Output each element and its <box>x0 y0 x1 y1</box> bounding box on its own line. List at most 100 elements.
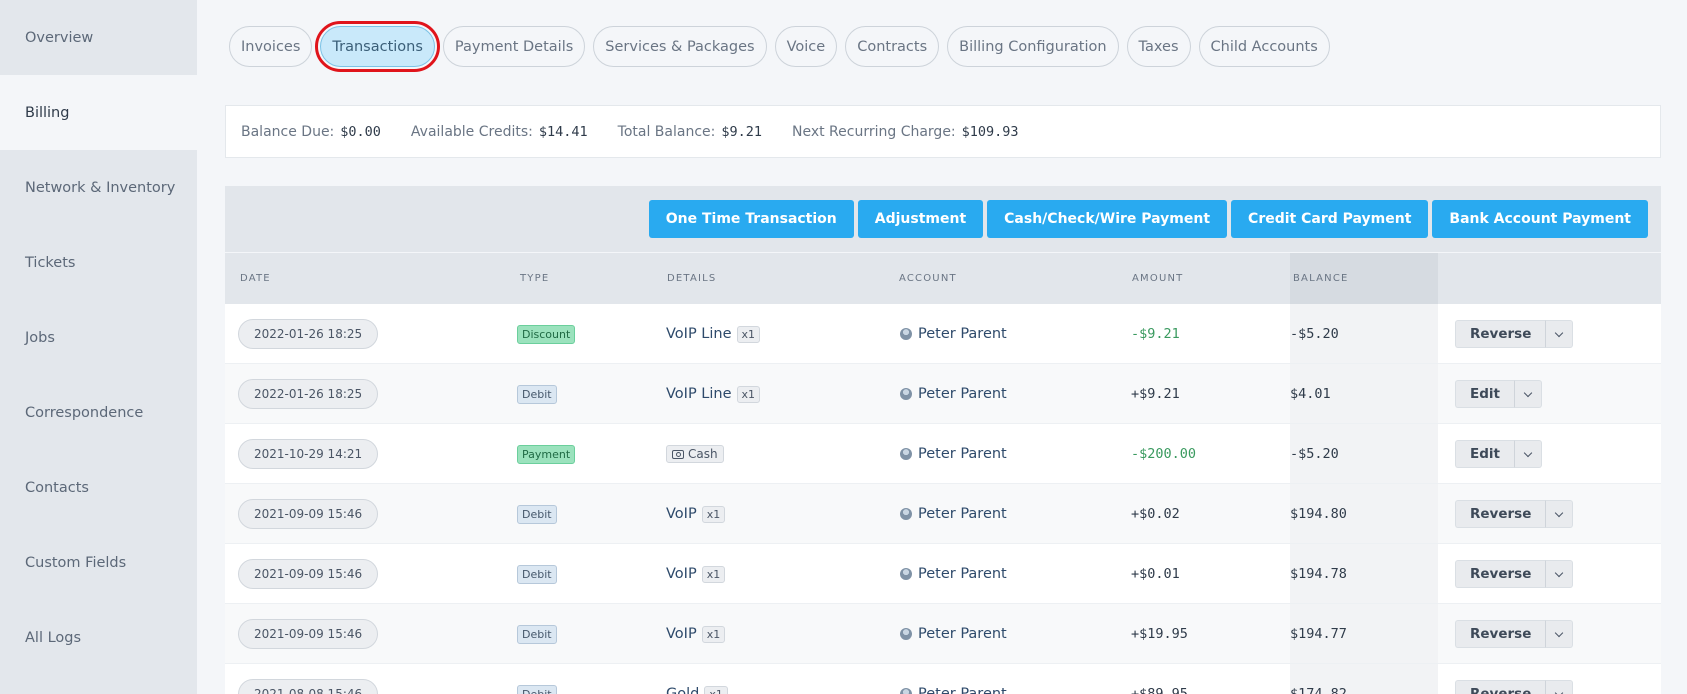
row-action-dropdown[interactable] <box>1545 500 1574 528</box>
type-badge: Debit <box>517 504 557 524</box>
row-action-button[interactable]: Reverse <box>1455 680 1546 694</box>
balance-value: $4.01 <box>1290 386 1331 402</box>
row-action-dropdown[interactable] <box>1545 320 1574 348</box>
avatar-icon <box>900 688 912 694</box>
account-link[interactable]: Peter Parent <box>918 326 1007 342</box>
tab-child-accounts[interactable]: Child Accounts <box>1198 26 1330 67</box>
row-action-dropdown[interactable] <box>1545 680 1574 694</box>
transactions-table-header: DATE TYPE DETAILS ACCOUNT AMOUNT BALANCE <box>225 252 1661 304</box>
next-recurring-charge-label: Next Recurring Charge: <box>791 123 956 140</box>
row-action-button[interactable]: Reverse <box>1455 500 1546 528</box>
date-pill: 2021-10-29 14:21 <box>238 439 379 469</box>
row-action-dropdown[interactable] <box>1545 560 1574 588</box>
header-date[interactable]: DATE <box>240 273 271 284</box>
quantity-badge: x1 <box>736 325 761 343</box>
date-pill: 2022-01-26 18:25 <box>238 319 379 349</box>
available-credits-value: $14.41 <box>538 123 588 140</box>
sidebar-item-custom-fields[interactable]: Custom Fields <box>0 525 197 600</box>
details-link[interactable]: VoIP Line <box>666 326 732 342</box>
account-link[interactable]: Peter Parent <box>918 446 1007 462</box>
sidebar-item-jobs[interactable]: Jobs <box>0 300 197 375</box>
sidebar-item-network-inventory[interactable]: Network & Inventory <box>0 150 197 225</box>
sidebar-item-overview[interactable]: Overview <box>0 0 197 75</box>
available-credits-label: Available Credits: <box>410 123 533 140</box>
quantity-badge: x1 <box>701 565 726 583</box>
row-action-button[interactable]: Reverse <box>1455 320 1546 348</box>
balance-value: -$5.20 <box>1290 326 1339 342</box>
row-action-dropdown[interactable] <box>1513 440 1542 468</box>
tab-voice[interactable]: Voice <box>774 26 838 67</box>
quantity-badge: x1 <box>704 685 728 694</box>
table-row: 2021-09-09 15:46 Debit VoIP x1 Peter Par… <box>225 604 1661 664</box>
row-action-button[interactable]: Reverse <box>1455 560 1546 588</box>
sidebar-item-billing[interactable]: Billing <box>0 75 197 150</box>
account-link[interactable]: Peter Parent <box>918 506 1007 522</box>
tab-services-packages[interactable]: Services & Packages <box>593 26 767 67</box>
header-amount[interactable]: AMOUNT <box>1132 273 1183 284</box>
transactions-table-body: 2022-01-26 18:25 Discount VoIP Line x1 P… <box>225 304 1661 694</box>
table-row: 2022-01-26 18:25 Debit VoIP Line x1 Pete… <box>225 364 1661 424</box>
cash-check-wire-payment-button[interactable]: Cash/Check/Wire Payment <box>987 200 1228 238</box>
credit-card-payment-button[interactable]: Credit Card Payment <box>1231 200 1429 238</box>
header-type[interactable]: TYPE <box>520 273 549 284</box>
tab-contracts[interactable]: Contracts <box>845 26 940 67</box>
chevron-down-icon <box>1555 568 1564 577</box>
cash-icon <box>672 449 684 459</box>
row-action-dropdown[interactable] <box>1513 380 1542 408</box>
tab-transactions[interactable]: Transactions <box>315 21 440 72</box>
total-balance-label: Total Balance: <box>617 123 716 140</box>
account-link[interactable]: Peter Parent <box>918 566 1007 582</box>
avatar-icon <box>900 508 912 520</box>
details-link[interactable]: VoIP <box>666 506 697 522</box>
tab-payment-details[interactable]: Payment Details <box>442 26 586 67</box>
one-time-transaction-button[interactable]: One Time Transaction <box>648 200 854 238</box>
table-row: 2021-09-09 15:46 Debit VoIP x1 Peter Par… <box>225 484 1661 544</box>
row-action-group: Reverse <box>1455 500 1574 528</box>
next-recurring-charge: Next Recurring Charge: $109.93 <box>792 124 1019 140</box>
bank-account-payment-button[interactable]: Bank Account Payment <box>1432 200 1648 238</box>
type-badge: Discount <box>517 324 576 344</box>
header-balance[interactable]: BALANCE <box>1293 273 1349 284</box>
row-action-group: Reverse <box>1455 560 1574 588</box>
available-credits: Available Credits: $14.41 <box>411 124 588 140</box>
type-badge: Payment <box>517 444 576 464</box>
transaction-actions: One Time Transaction Adjustment Cash/Che… <box>225 186 1661 252</box>
header-account[interactable]: ACCOUNT <box>899 273 957 284</box>
account-link[interactable]: Peter Parent <box>918 386 1007 402</box>
balance-value: $194.80 <box>1290 506 1347 522</box>
amount-value: +$19.95 <box>1131 626 1188 642</box>
tab-billing-configuration[interactable]: Billing Configuration <box>947 26 1119 67</box>
header-details[interactable]: DETAILS <box>667 273 716 284</box>
chevron-down-icon <box>1523 448 1533 457</box>
sidebar-item-contacts[interactable]: Contacts <box>0 450 197 525</box>
row-action-button[interactable]: Reverse <box>1455 620 1546 648</box>
quantity-badge: x1 <box>701 505 726 523</box>
balance-value: $194.77 <box>1290 626 1347 642</box>
quantity-badge: x1 <box>701 625 726 643</box>
table-row: 2021-09-09 15:46 Debit VoIP x1 Peter Par… <box>225 544 1661 604</box>
avatar-icon <box>900 568 912 580</box>
balance-due: Balance Due: $0.00 <box>241 124 381 140</box>
adjustment-button[interactable]: Adjustment <box>857 200 984 238</box>
account-link[interactable]: Peter Parent <box>918 686 1007 694</box>
row-action-dropdown[interactable] <box>1545 620 1574 648</box>
row-action-group: Edit <box>1455 440 1542 468</box>
tab-invoices[interactable]: Invoices <box>229 26 313 67</box>
chevron-down-icon <box>1555 628 1564 637</box>
date-pill: 2021-09-09 15:46 <box>238 499 379 529</box>
details-link[interactable]: Gold <box>666 686 699 694</box>
tab-taxes[interactable]: Taxes <box>1126 26 1191 67</box>
sidebar-item-correspondence[interactable]: Correspondence <box>0 375 197 450</box>
account-link[interactable]: Peter Parent <box>918 626 1007 642</box>
amount-value: +$0.01 <box>1131 566 1180 582</box>
date-pill: 2021-09-09 15:46 <box>238 559 379 589</box>
table-row: 2021-08-08 15:46 Debit Gold x1 Peter Par… <box>225 664 1661 694</box>
sidebar-item-tickets[interactable]: Tickets <box>0 225 197 300</box>
details-link[interactable]: VoIP <box>666 626 697 642</box>
avatar-icon <box>900 448 912 460</box>
details-link[interactable]: VoIP Line <box>666 386 732 402</box>
details-link[interactable]: VoIP <box>666 566 697 582</box>
row-action-button[interactable]: Edit <box>1455 380 1514 408</box>
row-action-button[interactable]: Edit <box>1455 440 1514 468</box>
sidebar-item-all-logs[interactable]: All Logs <box>0 600 197 675</box>
